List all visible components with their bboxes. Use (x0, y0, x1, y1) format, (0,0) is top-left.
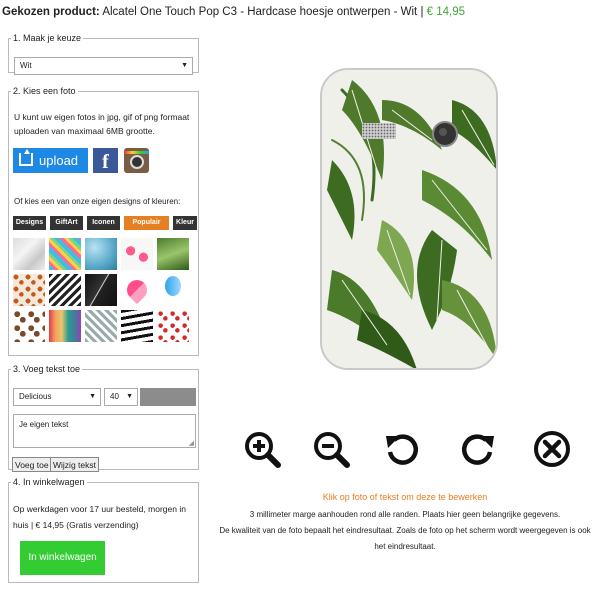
upload-icon (19, 149, 33, 166)
rotate-left-icon[interactable] (384, 430, 422, 468)
tab-kleur[interactable]: Kleur (173, 216, 197, 230)
upload-instructions-line2: uploaden van maximaal 6MB grootte. (14, 126, 155, 136)
text-input-placeholder: Je eigen tekst (19, 420, 69, 429)
zoom-in-icon[interactable] (243, 430, 281, 468)
phone-case[interactable] (320, 68, 498, 370)
design-coffee-tile[interactable] (13, 310, 45, 342)
design-stripes-tile[interactable] (121, 310, 153, 342)
step2-panel: 2. Kies een foto U kunt uw eigen fotos i… (8, 86, 199, 356)
designs-intro: Of kies een van onze eigen designs of kl… (14, 197, 181, 206)
design-fox-tile[interactable] (13, 274, 45, 306)
instagram-stripe (124, 151, 149, 154)
design-balloon-tile[interactable] (157, 274, 189, 306)
edit-hint: Klik op foto of tekst om deze te bewerke… (322, 492, 488, 502)
camera-icon (432, 121, 458, 147)
upload-instructions-line1: U kunt uw eigen fotos in jpg, gif of png… (14, 112, 190, 122)
product-price: € 14,95 (426, 6, 466, 18)
tab-populair[interactable]: Populair (124, 216, 169, 230)
rotate-right-icon[interactable] (458, 430, 496, 468)
tab-iconen[interactable]: Iconen (87, 216, 120, 230)
design-marble-tile[interactable] (13, 238, 45, 270)
design-flamingo-tile[interactable] (121, 238, 153, 270)
design-tabs: Designs GiftArt Iconen Populair Kleur (13, 216, 198, 231)
chevron-down-icon: ▼ (181, 62, 188, 69)
font-select[interactable]: Delicious ▼ (13, 388, 101, 406)
step2-legend: 2. Kies een foto (13, 86, 76, 96)
step4-panel: 4. In winkelwagen Op werkdagen voor 17 u… (8, 477, 199, 583)
delivery-info-line1: Op werkdagen voor 17 uur besteld, morgen… (13, 504, 186, 514)
design-blue-leaves-tile[interactable] (85, 238, 117, 270)
step1-legend: 1. Maak je keuze (13, 33, 82, 43)
quality-notice-end: het eindresultaat. (374, 542, 436, 551)
margin-notice: 3 millimeter marge aanhouden rond alle r… (249, 510, 561, 519)
design-grid (13, 238, 199, 348)
tab-designs[interactable]: Designs (13, 216, 46, 230)
tab-giftart[interactable]: GiftArt (50, 216, 83, 230)
design-heart-tile[interactable] (121, 274, 153, 306)
facebook-button[interactable]: f (93, 148, 118, 173)
size-select-value: 40 (110, 392, 119, 401)
phone-preview[interactable] (320, 68, 498, 370)
edit-text-button[interactable]: Wijzig tekst (50, 457, 99, 472)
design-chevron-tile[interactable] (49, 274, 81, 306)
add-text-button[interactable]: Voeg toe (12, 457, 52, 472)
facebook-icon: f (102, 151, 109, 173)
product-header: Gekozen product: Alcatel One Touch Pop C… (2, 6, 465, 18)
add-to-cart-button[interactable]: In winkelwagen (20, 541, 105, 575)
color-select[interactable]: Wit ▼ (14, 57, 193, 75)
step4-legend: 4. In winkelwagen (13, 477, 85, 487)
instagram-icon (130, 155, 144, 169)
header-label: Gekozen product: (2, 6, 100, 18)
design-black-marble-tile[interactable] (85, 274, 117, 306)
step1-panel: 1. Maak je keuze Wit ▼ (8, 33, 199, 75)
text-color-swatch[interactable] (140, 388, 196, 406)
step3-panel: 3. Voeg tekst toe Delicious ▼ 40 ▼ Je ei… (8, 364, 199, 472)
delivery-info: Op werkdagen voor 17 uur besteld, morgen… (13, 501, 199, 533)
upload-label: upload (39, 153, 79, 168)
upload-button[interactable]: upload (13, 148, 88, 173)
upload-instructions: U kunt uw eigen fotos in jpg, gif of png… (14, 110, 199, 138)
remove-icon[interactable] (533, 430, 571, 468)
step3-legend: 3. Voeg tekst toe (13, 364, 81, 374)
design-zigzag-tile[interactable] (85, 310, 117, 342)
quality-notice: De kwaliteit van de foto bepaalt het ein… (219, 526, 591, 535)
chevron-down-icon: ▼ (126, 393, 133, 400)
text-input[interactable]: Je eigen tekst ◢ (13, 414, 196, 448)
chevron-down-icon: ▼ (89, 393, 96, 400)
design-palm-tile[interactable] (157, 238, 189, 270)
delivery-info-line2: huis | € 14,95 (Gratis verzending) (13, 520, 139, 530)
speaker-grill (362, 123, 396, 139)
product-name: Alcatel One Touch Pop C3 - Hardcase hoes… (102, 6, 424, 18)
design-drip-tile[interactable] (49, 310, 81, 342)
size-select[interactable]: 40 ▼ (104, 388, 138, 406)
design-lips-tile[interactable] (157, 310, 189, 342)
zoom-out-icon[interactable] (312, 430, 350, 468)
resize-handle-icon[interactable]: ◢ (189, 439, 194, 447)
instagram-button[interactable] (124, 148, 149, 173)
palm-design-canvas[interactable] (322, 70, 498, 370)
font-select-value: Delicious (19, 392, 52, 401)
color-select-value: Wit (20, 61, 32, 70)
design-pineapple-tile[interactable] (49, 238, 81, 270)
